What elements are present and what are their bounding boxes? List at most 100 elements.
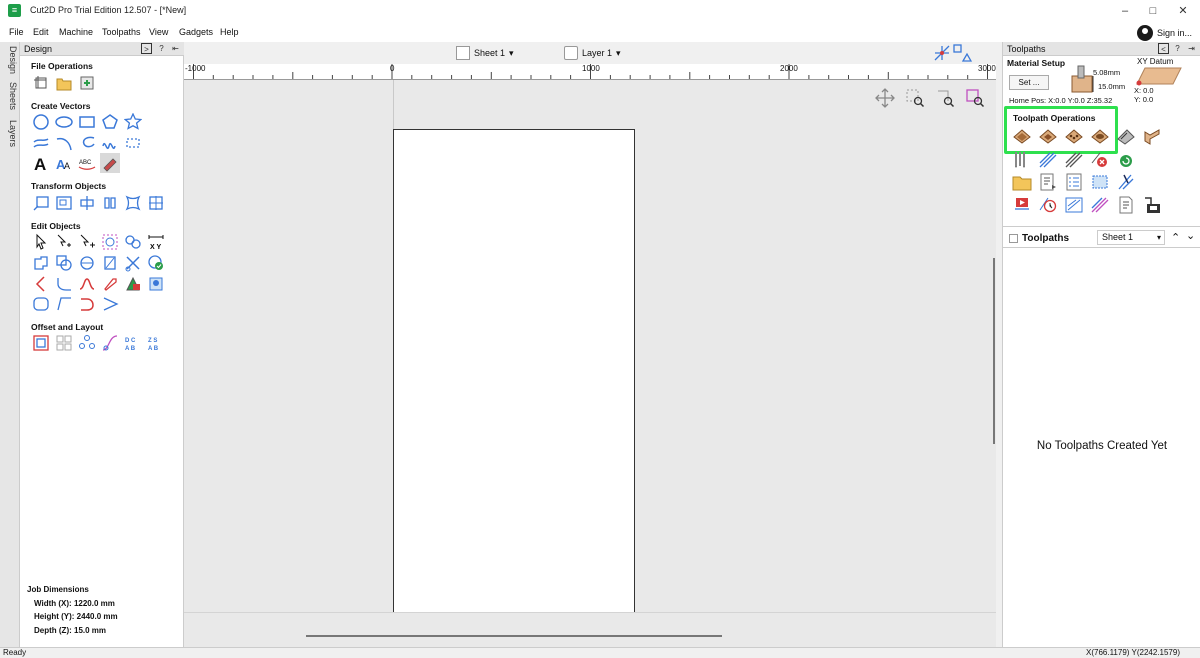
menu-gadgets[interactable]: Gadgets bbox=[179, 27, 213, 37]
layer-selector[interactable]: Layer 1 ▾ bbox=[564, 45, 621, 61]
chevron-icon[interactable] bbox=[100, 294, 120, 314]
circular-array-icon[interactable] bbox=[77, 333, 97, 353]
sheet-selector[interactable]: Sheet 1 ▾ bbox=[456, 45, 514, 61]
vertical-scrollbar[interactable] bbox=[993, 258, 995, 444]
interactive-select-icon[interactable] bbox=[77, 232, 97, 252]
wave-icon[interactable] bbox=[100, 133, 120, 153]
new-job-icon[interactable] bbox=[31, 73, 51, 93]
text-on-curve-icon[interactable]: ABC bbox=[77, 153, 97, 173]
fillet-icon[interactable] bbox=[31, 274, 51, 294]
subtract-icon[interactable] bbox=[54, 253, 74, 273]
machining-time-icon[interactable] bbox=[1037, 195, 1059, 215]
validate-icon[interactable] bbox=[146, 253, 166, 273]
reset-preview-icon[interactable] bbox=[1115, 150, 1137, 170]
tab-design[interactable]: Design bbox=[2, 46, 18, 74]
text-icon[interactable]: A bbox=[31, 153, 51, 173]
curve-icon[interactable] bbox=[77, 133, 97, 153]
chevron-down-icon[interactable]: ⌄ bbox=[1186, 229, 1195, 242]
scissors-icon[interactable] bbox=[123, 253, 143, 273]
rectangle-icon[interactable] bbox=[77, 112, 97, 132]
circle-icon[interactable] bbox=[31, 112, 51, 132]
intersect-icon[interactable] bbox=[77, 253, 97, 273]
wrapped-toolpath-icon[interactable] bbox=[1089, 195, 1111, 215]
open-toolpath-folder-icon[interactable] bbox=[1011, 172, 1033, 192]
close-button[interactable]: ✕ bbox=[1170, 0, 1196, 22]
collapse-panel-icon[interactable]: < bbox=[1158, 43, 1169, 54]
drilling-toolpath-icon[interactable] bbox=[1063, 126, 1085, 146]
zoom-box-icon[interactable] bbox=[905, 88, 925, 108]
smooth-curve-icon[interactable] bbox=[77, 274, 97, 294]
texture-toolpath-icon[interactable] bbox=[1089, 172, 1111, 192]
menu-machine[interactable]: Machine bbox=[59, 27, 93, 37]
align-icon[interactable] bbox=[54, 193, 74, 213]
pan-icon[interactable] bbox=[875, 88, 895, 108]
mirror-icon[interactable] bbox=[100, 193, 120, 213]
extend-icon[interactable] bbox=[54, 294, 74, 314]
dogbone-icon[interactable] bbox=[100, 274, 120, 294]
distort-icon[interactable] bbox=[123, 193, 143, 213]
inlay-toolpath-icon[interactable] bbox=[1089, 126, 1111, 146]
profile-toolpath-icon[interactable] bbox=[1011, 126, 1033, 146]
weld-icon[interactable] bbox=[31, 253, 51, 273]
xy-datum-plate-icon[interactable] bbox=[1135, 66, 1183, 88]
ellipse-icon[interactable] bbox=[54, 112, 74, 132]
tab-sheets[interactable]: Sheets bbox=[2, 82, 18, 110]
zoom-selection-icon[interactable] bbox=[965, 88, 985, 108]
sign-in-button[interactable]: Sign in... bbox=[1136, 24, 1192, 42]
moulding-toolpath-icon[interactable] bbox=[1141, 126, 1163, 146]
import-icon[interactable] bbox=[77, 73, 97, 93]
material-sheet[interactable] bbox=[393, 129, 635, 613]
menu-file[interactable]: File bbox=[9, 27, 24, 37]
horizontal-scrollbar[interactable] bbox=[306, 635, 722, 637]
nest-icon[interactable] bbox=[123, 274, 143, 294]
corner-arc-icon[interactable] bbox=[77, 294, 97, 314]
toolpath-template-icon[interactable] bbox=[1037, 150, 1059, 170]
transform-select-icon[interactable] bbox=[100, 232, 120, 252]
zoom-fit-icon[interactable] bbox=[935, 88, 955, 108]
nesting-icon[interactable]: D C A B bbox=[123, 333, 143, 353]
pin-icon[interactable]: ⇥ bbox=[1186, 43, 1197, 54]
toolpaths-visibility-checkbox[interactable] bbox=[1009, 234, 1018, 243]
group-icon[interactable] bbox=[123, 232, 143, 252]
tab-layers[interactable]: Layers bbox=[2, 120, 18, 147]
save-toolpath-icon[interactable] bbox=[1115, 195, 1137, 215]
labels-icon[interactable]: Z S A B bbox=[146, 333, 166, 353]
vcarve-toolpath-icon[interactable] bbox=[1115, 126, 1137, 146]
help-icon[interactable]: ? bbox=[156, 43, 167, 54]
delete-toolpath-icon[interactable] bbox=[1089, 150, 1111, 170]
preview-toolpaths-icon[interactable] bbox=[1011, 195, 1033, 215]
auto-layout-text-icon[interactable]: AA bbox=[54, 153, 74, 173]
image-trace-icon[interactable] bbox=[146, 274, 166, 294]
arc-icon[interactable] bbox=[54, 133, 74, 153]
select-icon[interactable] bbox=[31, 232, 51, 252]
center-icon[interactable] bbox=[146, 193, 166, 213]
save-to-machine-icon[interactable] bbox=[1141, 195, 1163, 215]
chevron-up-icon[interactable]: ⌃ bbox=[1171, 231, 1180, 244]
minimize-button[interactable]: – bbox=[1112, 0, 1138, 22]
offset-icon[interactable] bbox=[31, 333, 51, 353]
measure-icon[interactable]: X Y bbox=[146, 232, 166, 252]
dimension-icon[interactable] bbox=[123, 133, 143, 153]
recalculate-icon[interactable] bbox=[1063, 150, 1085, 170]
node-edit-icon[interactable] bbox=[54, 232, 74, 252]
shapes-view-icon[interactable] bbox=[952, 43, 972, 63]
nested-toolpath-icon[interactable] bbox=[1063, 195, 1085, 215]
menu-edit[interactable]: Edit bbox=[33, 27, 49, 37]
draw-tool-icon[interactable] bbox=[100, 153, 120, 173]
chamfer-icon[interactable] bbox=[54, 274, 74, 294]
collapse-panel-icon[interactable]: > bbox=[141, 43, 152, 54]
open-file-icon[interactable] bbox=[54, 73, 74, 93]
polygon-icon[interactable] bbox=[100, 112, 120, 132]
snap-icon[interactable] bbox=[932, 43, 952, 63]
toolpath-sheet-select[interactable]: Sheet 1 bbox=[1097, 230, 1165, 245]
tool-database-icon[interactable] bbox=[1011, 150, 1033, 170]
menu-help[interactable]: Help bbox=[220, 27, 239, 37]
rounded-rect-icon[interactable] bbox=[31, 294, 51, 314]
toolpath-list-icon[interactable] bbox=[1063, 172, 1085, 192]
move-icon[interactable] bbox=[31, 193, 51, 213]
scale-icon[interactable] bbox=[77, 193, 97, 213]
menu-toolpaths[interactable]: Toolpaths bbox=[102, 27, 141, 37]
help-icon[interactable]: ? bbox=[1172, 43, 1183, 54]
pocket-toolpath-icon[interactable] bbox=[1037, 126, 1059, 146]
trim-icon[interactable] bbox=[100, 253, 120, 273]
